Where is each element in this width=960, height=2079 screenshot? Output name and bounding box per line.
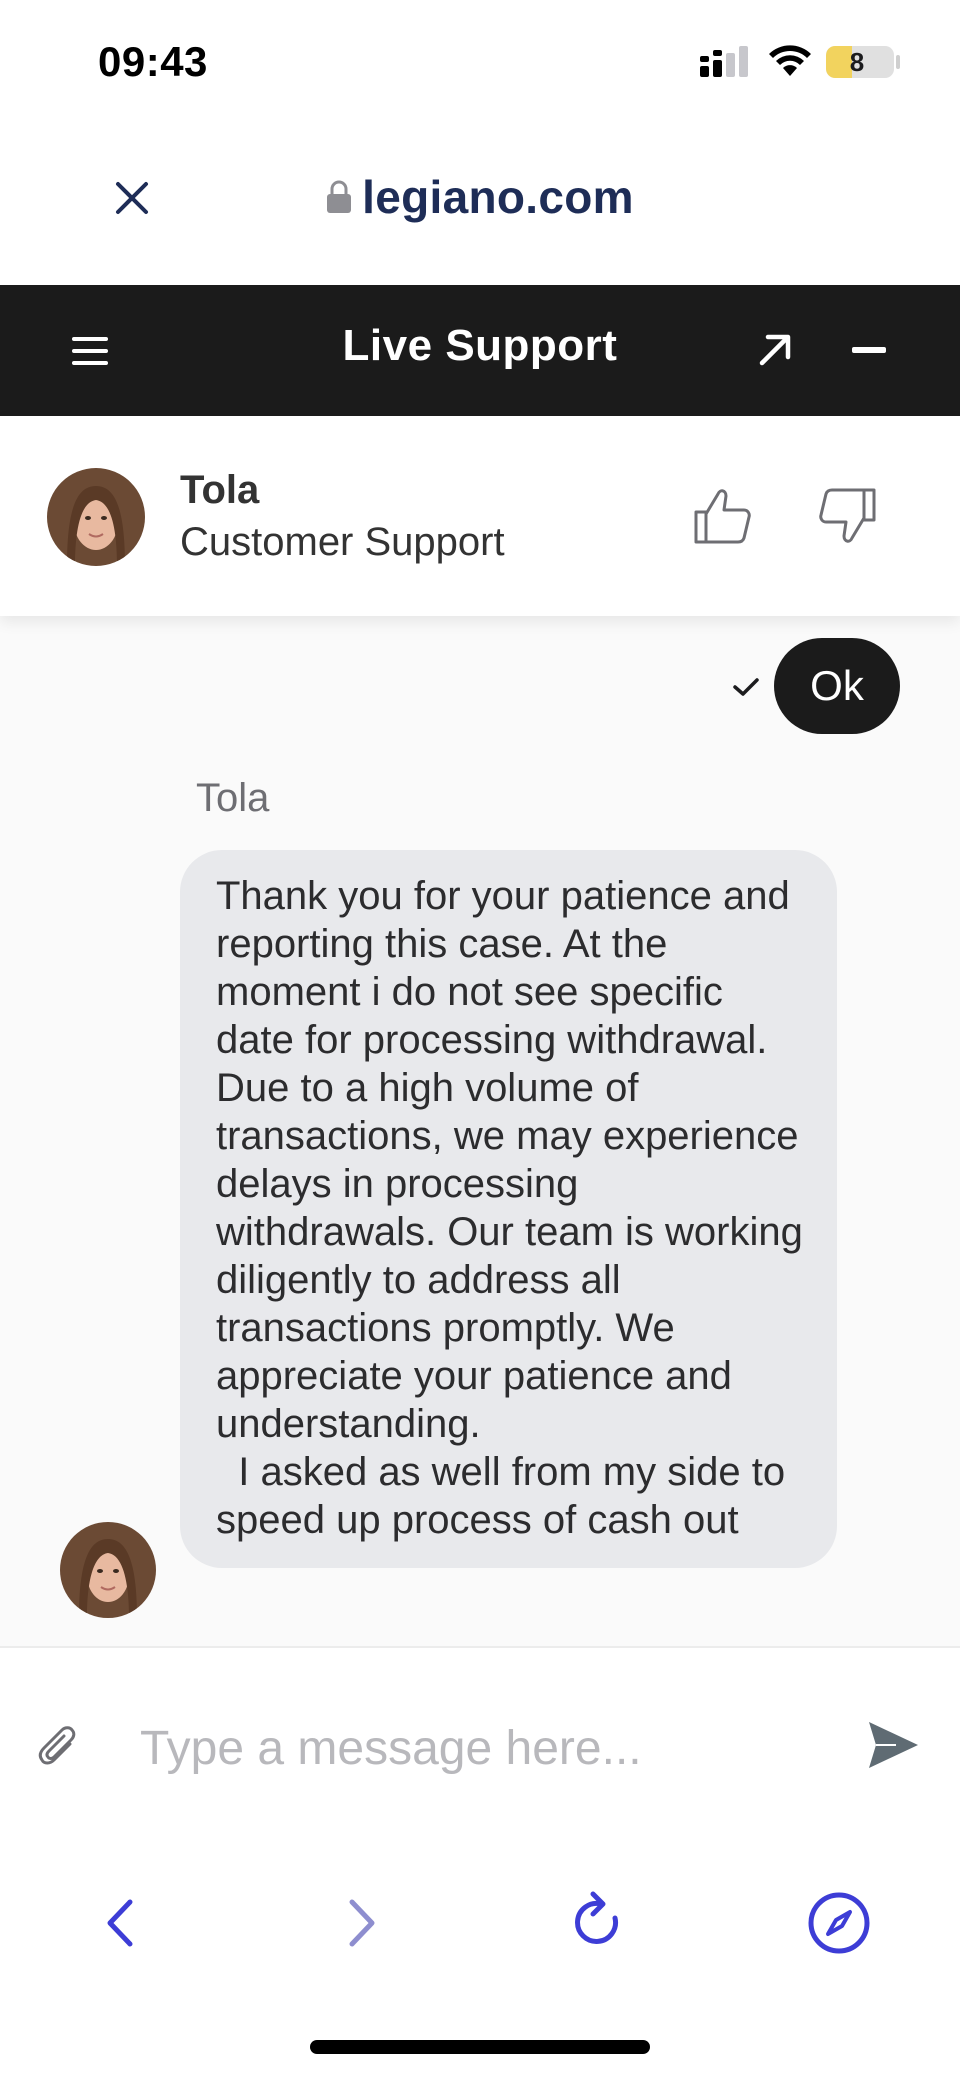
- status-time: 09:43: [98, 38, 208, 85]
- address-bar[interactable]: legiano.com: [0, 170, 960, 224]
- agent-card: Tola Customer Support: [0, 416, 960, 616]
- agent-avatar: [47, 468, 145, 566]
- status-bar: 09:43 8: [0, 0, 960, 120]
- chat-messages[interactable]: Ok Tola Thank you for your patience and …: [0, 616, 960, 1646]
- wifi-icon: [769, 45, 811, 76]
- thumbs-up-icon[interactable]: [690, 484, 754, 548]
- send-icon[interactable]: [866, 1718, 920, 1772]
- agent-name: Tola: [180, 468, 260, 512]
- agent-message-avatar: [60, 1522, 156, 1618]
- agent-message-bubble: Thank you for your patience and reportin…: [180, 850, 837, 1568]
- agent-role: Customer Support: [180, 520, 505, 564]
- home-indicator: [310, 2040, 650, 2054]
- message-input[interactable]: [140, 1708, 820, 1788]
- battery-icon: 8: [826, 46, 894, 78]
- expand-icon[interactable]: [756, 331, 794, 369]
- battery-level: 8: [849, 47, 865, 77]
- thumbs-down-icon[interactable]: [816, 484, 880, 548]
- paperclip-icon[interactable]: [36, 1724, 82, 1774]
- browser-toolbar: [0, 1816, 960, 2079]
- url-text: legiano.com: [362, 171, 634, 223]
- agent-sender-name: Tola: [196, 776, 270, 820]
- signal-icon: [700, 46, 748, 77]
- support-title: Live Support: [342, 321, 618, 370]
- live-support-header: Live Support: [0, 285, 960, 416]
- message-composer: [0, 1646, 960, 1816]
- reload-icon[interactable]: [563, 1888, 633, 1958]
- minimize-icon[interactable]: [852, 347, 886, 353]
- user-message-bubble: Ok: [774, 638, 900, 734]
- forward-icon[interactable]: [326, 1888, 396, 1958]
- checkmark-icon: [733, 678, 759, 696]
- lock-icon: [327, 180, 352, 213]
- back-icon[interactable]: [86, 1888, 156, 1958]
- battery-cap: [896, 55, 900, 69]
- compass-icon[interactable]: [804, 1888, 874, 1958]
